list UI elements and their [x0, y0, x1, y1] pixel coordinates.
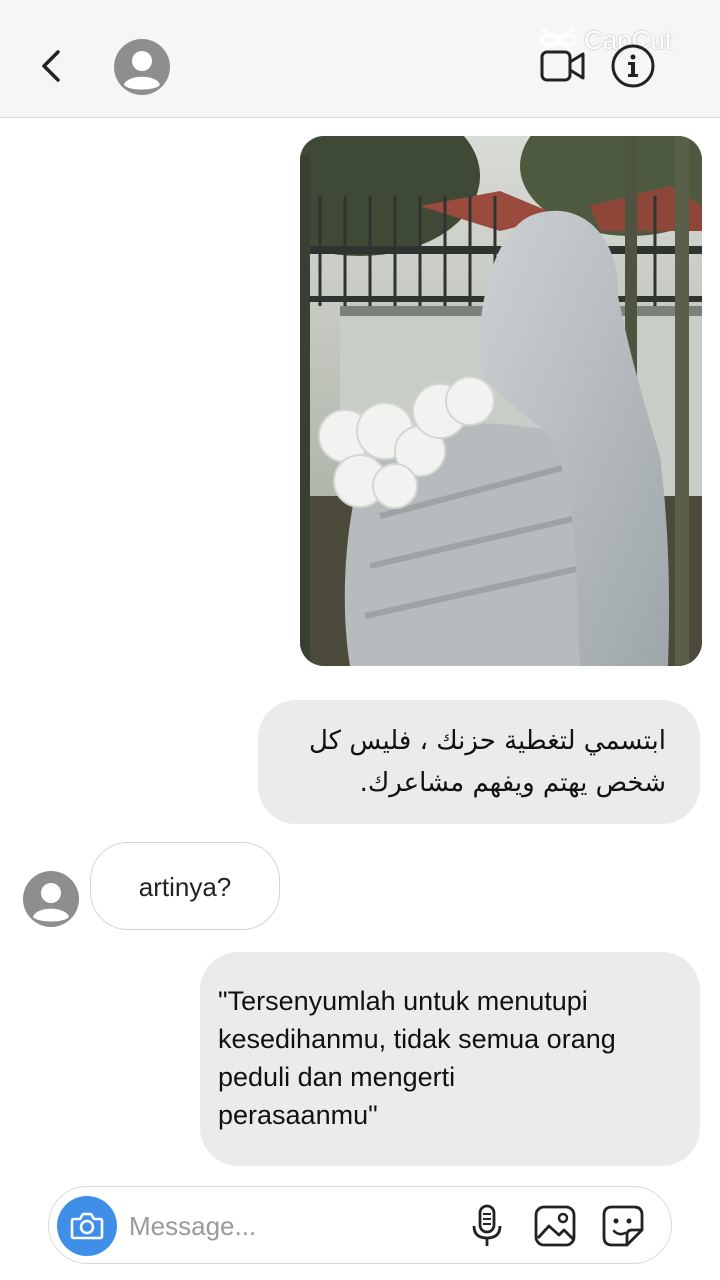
info-icon — [611, 44, 655, 88]
chevron-left-icon — [42, 50, 60, 82]
info-button[interactable] — [610, 43, 656, 89]
microphone-button[interactable] — [467, 1204, 507, 1248]
message-line: ابتسمي لتغطية حزنك ، فليس كل — [308, 726, 666, 756]
sticker-button[interactable] — [601, 1204, 645, 1248]
message-input[interactable] — [129, 1205, 449, 1247]
message-text: artinya? — [138, 872, 232, 902]
avatar[interactable] — [22, 870, 80, 928]
sent-message-arabic[interactable]: ابتسمي لتغطية حزنك ، فليس كل شخص يهتم وي… — [258, 700, 700, 824]
sent-message-translation[interactable]: "Tersenyumlah untuk menutupi kesedihanmu… — [200, 952, 700, 1166]
gallery-button[interactable] — [533, 1204, 577, 1248]
received-message-row: artinya? — [22, 842, 322, 930]
photo-image — [300, 136, 702, 666]
gallery-icon — [534, 1205, 576, 1247]
message-line: kesedihanmu, tidak semua orang — [218, 1024, 616, 1054]
default-avatar-icon — [114, 39, 170, 95]
message-line: peduli dan mengerti — [218, 1062, 456, 1092]
video-call-icon — [540, 50, 585, 82]
video-call-button[interactable] — [540, 46, 586, 86]
message-line: perasaanmu" — [218, 1100, 378, 1130]
chat-header: CapCut — [0, 0, 720, 118]
received-message[interactable]: artinya? — [90, 842, 280, 930]
photo-message[interactable] — [300, 136, 702, 666]
default-avatar-icon — [23, 871, 79, 927]
message-composer — [48, 1186, 672, 1264]
camera-icon — [70, 1212, 104, 1240]
avatar[interactable] — [113, 38, 171, 96]
sticker-icon — [602, 1205, 644, 1247]
message-line: شخص يهتم ويفهم مشاعرك. — [359, 768, 666, 798]
camera-button[interactable] — [57, 1196, 117, 1256]
message-line: "Tersenyumlah untuk menutupi — [218, 986, 588, 1016]
back-button[interactable] — [32, 44, 72, 88]
microphone-icon — [472, 1204, 502, 1246]
